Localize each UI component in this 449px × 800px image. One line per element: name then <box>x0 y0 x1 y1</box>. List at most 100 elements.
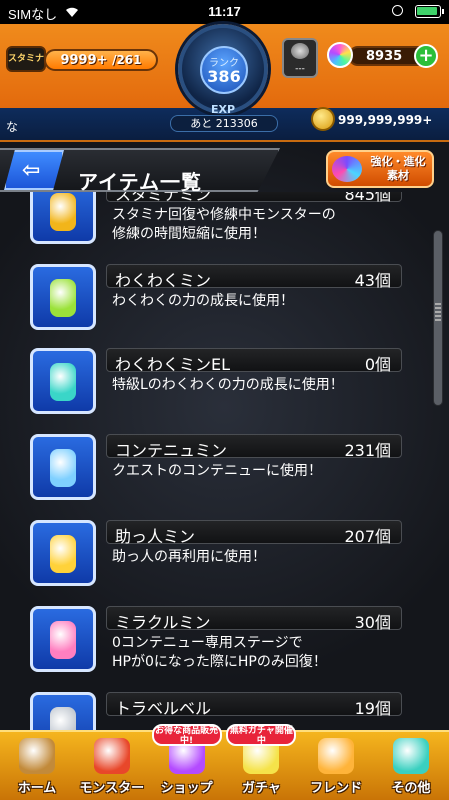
item-description-line1: 助っ人の再利用に使用！ <box>112 549 266 565</box>
item-description-line1: わくわくの力の成長に使用！ <box>112 293 294 309</box>
nav-shop[interactable]: ショップ お得な商品販売中! <box>150 724 224 800</box>
item-count: 43個 <box>354 271 391 290</box>
evolution-materials-icon <box>332 156 362 182</box>
item-name-bar: わくわくミンEL 0個 <box>106 348 402 374</box>
item-row[interactable]: 助っ人ミン 207個助っ人の再利用に使用！ <box>0 514 449 600</box>
monster-icon <box>93 738 130 774</box>
bottom-nav: ホーム モンスター ショップ お得な商品販売中! ガチャ 無料ガチャ開催中フレンド その他 <box>0 724 449 800</box>
item-name: 助っ人ミン <box>115 527 196 546</box>
item-description: クエストのコンテニューに使用！ <box>112 462 412 481</box>
upgrade-button-line1: 強化・進化 <box>370 155 426 168</box>
wakuwaku-bottle-icon <box>50 279 76 317</box>
item-icon-frame <box>30 520 96 586</box>
nav-badge: お得な商品販売中! <box>151 724 222 746</box>
item-icon-frame <box>30 264 96 330</box>
item-icon-frame <box>30 348 96 414</box>
nav-label: その他 <box>391 781 431 796</box>
nav-label: フレンド <box>310 781 363 796</box>
home-icon <box>19 738 55 774</box>
add-orb-button[interactable]: + <box>414 44 438 68</box>
item-count: 19個 <box>354 699 391 718</box>
back-arrow-icon: ⇦ <box>22 158 41 183</box>
continue-flask-icon <box>50 449 76 487</box>
item-name-bar: わくわくミン 43個 <box>106 264 402 290</box>
item-slot-icon <box>291 43 309 59</box>
item-description: スタミナ回復や修練中モンスターの 修練の時間短縮に使用！ <box>112 206 412 244</box>
orb-count: 8935 <box>366 49 403 64</box>
item-description: 0コンテニュー専用ステージで HPが0になった際にHPのみ回復！ <box>112 634 412 672</box>
nav-home[interactable]: ホーム <box>0 736 74 800</box>
battery-icon <box>415 5 444 18</box>
item-count: 231個 <box>344 441 391 460</box>
item-name-bar: スタミナミン 845個 <box>106 192 402 204</box>
status-bar: SIMなし 11:17 <box>0 0 449 24</box>
rank-value: 386 <box>207 67 241 86</box>
wakuwaku-el-bottle-icon <box>50 363 76 401</box>
item-icon-frame <box>30 692 96 730</box>
scrollbar-grip-icon <box>435 303 441 323</box>
nav-label: ガチャ <box>241 781 281 796</box>
orientation-lock-icon <box>392 5 403 16</box>
item-description: 助っ人の再利用に使用！ <box>112 548 412 567</box>
item-name-bar: トラベルベル 19個 <box>106 692 402 718</box>
item-description-line1: スタミナ回復や修練中モンスターの <box>112 207 336 223</box>
nav-label: ホーム <box>17 781 57 796</box>
nav-monster[interactable]: モンスター <box>75 736 149 800</box>
nav-other[interactable]: その他 <box>374 736 448 800</box>
item-name-bar: 助っ人ミン 207個 <box>106 520 402 546</box>
stamina-max: /261 <box>112 53 142 67</box>
item-description-line1: 0コンテニュー専用ステージで <box>112 635 303 651</box>
item-icon-frame <box>30 434 96 500</box>
upgrade-materials-button[interactable]: 強化・進化 素材 <box>326 150 434 188</box>
item-name: コンテニュミン <box>115 441 228 460</box>
upgrade-button-line2: 素材 <box>387 169 409 182</box>
exp-remaining: あと 213306 <box>170 115 278 132</box>
item-row[interactable]: トラベルベル 19個 <box>0 686 449 730</box>
orb-icon <box>327 42 353 68</box>
stamina-icon: スタミナ <box>6 46 46 72</box>
item-name: ミラクルミン <box>115 613 211 632</box>
nav-label: モンスター <box>79 781 145 796</box>
item-row[interactable]: コンテニュミン 231個クエストのコンテニューに使用！ <box>0 428 449 514</box>
item-name: スタミナミン <box>115 192 212 204</box>
item-count: 207個 <box>344 527 391 546</box>
item-count: 30個 <box>354 613 391 632</box>
nav-badge: 無料ガチャ開催中 <box>226 724 297 746</box>
stamina-current: 9999+ <box>60 53 108 68</box>
travel-bell-icon <box>50 707 76 730</box>
nav-label: ショップ <box>160 781 213 796</box>
item-row[interactable]: わくわくミンEL 0個特級Lのわくわくの力の成長に使用！ <box>0 342 449 428</box>
item-list-panel: アイテム一覧 ⇦ 強化・進化 素材 スタミナミン 845個 スタミナ回復や修練中モン… <box>0 142 449 730</box>
item-row[interactable]: わくわくミン 43個わくわくの力の成長に使用！ <box>0 258 449 344</box>
clock: 11:17 <box>208 4 241 19</box>
other-icon <box>393 738 429 774</box>
coin-icon <box>311 107 335 131</box>
item-name-bar: コンテニュミン 231個 <box>106 434 402 460</box>
item-description-line1: 特級Lのわくわくの力の成長に使用！ <box>112 377 344 393</box>
helper-bottle-icon <box>50 535 76 573</box>
item-count: 0個 <box>364 355 391 374</box>
rank-badge[interactable]: ランク 386 <box>200 46 248 94</box>
item-description: わくわくの力の成長に使用！ <box>112 292 412 311</box>
item-row[interactable]: ミラクルミン 30個 0コンテニュー専用ステージで HPが0になった際にHPのみ回復！ <box>0 600 449 686</box>
coin-count: 999,999,999+ <box>338 113 433 127</box>
item-slot-text: --- <box>295 64 305 74</box>
stamina-bar[interactable]: 9999+ /261 <box>44 49 158 71</box>
item-description-line2: 修練の時間短縮に使用！ <box>112 226 266 242</box>
nav-gacha[interactable]: ガチャ 無料ガチャ開催中 <box>224 724 298 800</box>
stamina-can-icon <box>50 193 76 231</box>
item-count: 845個 <box>344 192 391 204</box>
item-name: わくわくミンEL <box>115 355 231 374</box>
item-description-line2: HPが0になった際にHPのみ回復！ <box>112 654 327 670</box>
item-name-bar: ミラクルミン 30個 <box>106 606 402 632</box>
page-title: アイテム一覧 <box>78 170 202 194</box>
list-scrollbar[interactable] <box>433 230 443 406</box>
player-name: な <box>6 120 19 134</box>
nav-friend[interactable]: フレンド <box>299 736 373 800</box>
friend-icon <box>318 738 355 774</box>
item-list[interactable]: スタミナミン 845個 スタミナ回復や修練中モンスターの 修練の時間短縮に使用！ わくわ… <box>0 192 449 730</box>
item-name: わくわくミン <box>115 271 212 290</box>
item-slot-button[interactable]: --- <box>282 38 318 78</box>
item-icon-frame <box>30 606 96 672</box>
item-row[interactable]: スタミナミン 845個 スタミナ回復や修練中モンスターの 修練の時間短縮に使用！ <box>0 192 449 258</box>
